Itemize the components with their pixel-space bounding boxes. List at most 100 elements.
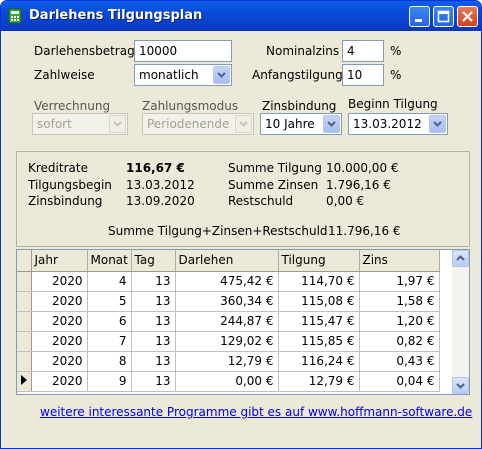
zinsbindung-label: Zinsbindung: [262, 99, 337, 113]
tilgungsbegin-label: Tilgungsbegin: [28, 178, 112, 192]
cell-darlehen[interactable]: 0,00 €: [175, 371, 279, 392]
row-indicator[interactable]: [17, 311, 32, 332]
cell-darlehen[interactable]: 129,02 €: [175, 331, 279, 352]
table-row-current[interactable]: 2020 9 13 0,00 € 12,79 € 0,04 €: [17, 371, 440, 392]
cell-zins[interactable]: 0,04 €: [359, 371, 440, 392]
nominalzins-label: Nominalzins: [266, 44, 340, 58]
table-row[interactable]: 2020 5 13 360,34 € 115,08 € 1,58 €: [17, 291, 440, 312]
zahlweise-label: Zahlweise: [34, 68, 95, 82]
cell-tilgung[interactable]: 116,24 €: [278, 351, 360, 372]
beginn-tilgung-value: 13.03.2012: [353, 117, 422, 131]
cell-tilgung[interactable]: 12,79 €: [278, 371, 360, 392]
app-window: Darlehens Tilgungsplan Darlehensbetrag 1…: [0, 0, 482, 449]
darlehensbetrag-input[interactable]: 10000: [134, 40, 232, 62]
row-indicator[interactable]: [17, 291, 32, 312]
anfangstilgung-input[interactable]: 10: [342, 64, 384, 86]
gesamt-label: Summe Tilgung+Zinsen+Restschuld: [108, 224, 328, 238]
cell-jahr[interactable]: 2020: [31, 351, 88, 372]
cell-darlehen[interactable]: 12,79 €: [175, 351, 279, 372]
table-row[interactable]: 2020 8 13 12,79 € 116,24 € 0,43 €: [17, 351, 440, 372]
row-indicator[interactable]: [17, 351, 32, 372]
tilgungsbegin-value: 13.03.2012: [126, 178, 195, 192]
cell-jahr[interactable]: 2020: [31, 271, 88, 292]
column-header-tag[interactable]: Tag: [131, 250, 176, 272]
cell-tilgung[interactable]: 115,85 €: [278, 331, 360, 352]
row-indicator[interactable]: [17, 331, 32, 352]
hoffmann-software-link[interactable]: weitere interessante Programme gibt es a…: [40, 405, 472, 419]
client-area: Darlehensbetrag 10000 Nominalzins 4 % Za…: [4, 31, 478, 447]
cell-zins[interactable]: 0,43 €: [359, 351, 440, 372]
scroll-up-button[interactable]: [452, 250, 469, 267]
beginn-tilgung-dropdown-button[interactable]: [429, 115, 446, 133]
cell-jahr[interactable]: 2020: [31, 371, 88, 392]
close-icon: [462, 11, 473, 22]
anfangstilgung-label: Anfangstilgung: [252, 68, 343, 82]
table-row[interactable]: 2020 6 13 244,87 € 115,47 € 1,20 €: [17, 311, 440, 332]
chevron-down-icon: [327, 121, 336, 127]
cell-darlehen[interactable]: 475,42 €: [175, 271, 279, 292]
row-indicator[interactable]: [17, 371, 32, 392]
row-indicator[interactable]: [17, 271, 32, 292]
cell-zins[interactable]: 1,58 €: [359, 291, 440, 312]
cell-darlehen[interactable]: 244,87 €: [175, 311, 279, 332]
cell-tag[interactable]: 13: [131, 371, 176, 392]
verrechnung-value: sofort: [37, 117, 72, 131]
title-bar[interactable]: Darlehens Tilgungsplan: [1, 1, 481, 31]
cell-tag[interactable]: 13: [131, 271, 176, 292]
zahlweise-select[interactable]: monatlich: [134, 64, 232, 86]
cell-tilgung[interactable]: 115,47 €: [278, 311, 360, 332]
cell-zins[interactable]: 1,20 €: [359, 311, 440, 332]
cell-monat[interactable]: 9: [87, 371, 132, 392]
cell-zins[interactable]: 1,97 €: [359, 271, 440, 292]
chevron-down-icon: [113, 121, 122, 127]
zahlungsmodus-select: Periodenende: [142, 113, 254, 135]
vertical-scrollbar[interactable]: [452, 250, 469, 394]
cell-tag[interactable]: 13: [131, 331, 176, 352]
zahlungsmodus-dropdown-button: [235, 115, 252, 133]
scroll-down-button[interactable]: [452, 377, 469, 394]
maximize-button[interactable]: [433, 6, 454, 27]
zahlungsmodus-label: Zahlungsmodus: [142, 99, 239, 113]
cell-tag[interactable]: 13: [131, 351, 176, 372]
scroll-down-icon: [456, 383, 465, 389]
cell-tilgung[interactable]: 114,70 €: [278, 271, 360, 292]
zinsbindung-value: 10 Jahre: [265, 117, 315, 131]
column-header-tilgung[interactable]: Tilgung: [278, 250, 360, 272]
nominalzins-input[interactable]: 4: [342, 40, 384, 62]
column-header-jahr[interactable]: Jahr: [31, 250, 88, 272]
zahlweise-value: monatlich: [139, 68, 199, 82]
cell-zins[interactable]: 0,82 €: [359, 331, 440, 352]
row-pointer-icon: [20, 375, 27, 385]
column-header-zins[interactable]: Zins: [359, 250, 440, 272]
table-row[interactable]: 2020 7 13 129,02 € 115,85 € 0,82 €: [17, 331, 440, 352]
tilgungsplan-table[interactable]: Jahr Monat Tag Darlehen Tilgung Zins 202…: [16, 249, 470, 395]
close-button[interactable]: [457, 6, 478, 27]
chevron-down-icon: [433, 121, 442, 127]
kreditrate-value: 116,67 €: [126, 161, 185, 175]
column-header-monat[interactable]: Monat: [87, 250, 132, 272]
cell-tilgung[interactable]: 115,08 €: [278, 291, 360, 312]
calculator-icon: [8, 8, 22, 24]
cell-monat[interactable]: 7: [87, 331, 132, 352]
cell-tag[interactable]: 13: [131, 291, 176, 312]
table-row[interactable]: 2020 4 13 475,42 € 114,70 € 1,97 €: [17, 271, 440, 292]
cell-monat[interactable]: 8: [87, 351, 132, 372]
cell-jahr[interactable]: 2020: [31, 331, 88, 352]
column-header-darlehen[interactable]: Darlehen: [175, 250, 279, 272]
minimize-button[interactable]: [409, 6, 430, 27]
zahlweise-dropdown-button[interactable]: [213, 66, 230, 84]
minimize-icon: [415, 19, 422, 22]
cell-monat[interactable]: 4: [87, 271, 132, 292]
cell-jahr[interactable]: 2020: [31, 311, 88, 332]
verrechnung-dropdown-button: [109, 115, 126, 133]
zinsbindung-dropdown-button[interactable]: [323, 115, 340, 133]
cell-monat[interactable]: 5: [87, 291, 132, 312]
cell-tag[interactable]: 13: [131, 311, 176, 332]
cell-jahr[interactable]: 2020: [31, 291, 88, 312]
beginn-tilgung-label: Beginn Tilgung: [348, 97, 438, 111]
verrechnung-select: sofort: [32, 113, 128, 135]
zinsbindung-select[interactable]: 10 Jahre: [260, 113, 342, 135]
cell-monat[interactable]: 6: [87, 311, 132, 332]
cell-darlehen[interactable]: 360,34 €: [175, 291, 279, 312]
beginn-tilgung-picker[interactable]: 13.03.2012: [348, 113, 448, 135]
